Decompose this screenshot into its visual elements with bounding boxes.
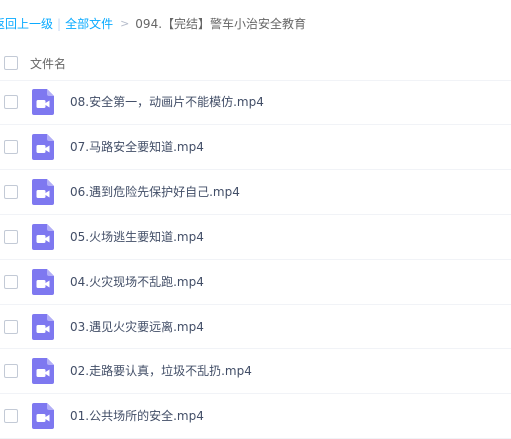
breadcrumb: 返回上一级 | 全部文件 > 094.【完结】警车小治安全教育	[0, 15, 306, 33]
video-file-icon	[32, 89, 54, 115]
file-checkbox[interactable]	[4, 409, 18, 424]
file-row[interactable]: 01.公共场所的安全.mp4	[0, 394, 511, 438]
file-name[interactable]: 07.马路安全要知道.mp4	[70, 138, 204, 156]
file-checkbox[interactable]	[4, 95, 18, 109]
all-files-link[interactable]: 全部文件	[65, 15, 113, 33]
breadcrumb-arrow-icon: >	[120, 17, 130, 30]
video-file-icon	[32, 358, 54, 385]
video-file-icon	[32, 268, 54, 295]
file-checkbox[interactable]	[4, 229, 18, 244]
video-file-icon	[32, 178, 54, 205]
file-name[interactable]: 05.火场逃生要知道.mp4	[70, 228, 204, 246]
file-name[interactable]: 04.火灾现场不乱跑.mp4	[70, 273, 204, 291]
file-name[interactable]: 01.公共场所的安全.mp4	[70, 407, 204, 425]
file-name[interactable]: 06.遇到危险先保护好自己.mp4	[70, 183, 240, 201]
video-file-icon	[32, 223, 54, 250]
select-all-checkbox[interactable]	[4, 56, 18, 70]
current-folder-name: 094.【完结】警车小治安全教育	[135, 17, 307, 31]
file-row[interactable]: 03.遇见火灾要远离.mp4	[0, 305, 511, 349]
file-row[interactable]: 05.火场逃生要知道.mp4	[0, 215, 511, 259]
file-row[interactable]: 06.遇到危险先保护好自己.mp4	[0, 170, 511, 214]
video-file-icon	[32, 403, 54, 430]
breadcrumb-separator-bar: |	[57, 17, 62, 31]
file-list-header: 文件名	[0, 48, 511, 78]
file-name[interactable]: 08.安全第一，动画片不能模仿.mp4	[70, 93, 264, 111]
file-name[interactable]: 03.遇见火灾要远离.mp4	[70, 318, 204, 336]
file-row[interactable]: 08.安全第一，动画片不能模仿.mp4	[0, 80, 511, 124]
video-file-icon	[32, 313, 54, 340]
file-row[interactable]: 07.马路安全要知道.mp4	[0, 125, 511, 169]
file-checkbox[interactable]	[4, 364, 18, 379]
file-name[interactable]: 02.走路要认真，垃圾不乱扔.mp4	[70, 362, 252, 380]
filename-column-header: 文件名	[30, 56, 67, 71]
file-checkbox[interactable]	[4, 139, 18, 154]
back-link[interactable]: 返回上一级	[0, 15, 53, 33]
file-row[interactable]: 02.走路要认真，垃圾不乱扔.mp4	[0, 349, 511, 393]
file-checkbox[interactable]	[4, 319, 18, 334]
file-checkbox[interactable]	[4, 274, 18, 289]
file-row[interactable]: 04.火灾现场不乱跑.mp4	[0, 260, 511, 304]
video-file-icon	[32, 133, 54, 160]
file-checkbox[interactable]	[4, 184, 18, 199]
